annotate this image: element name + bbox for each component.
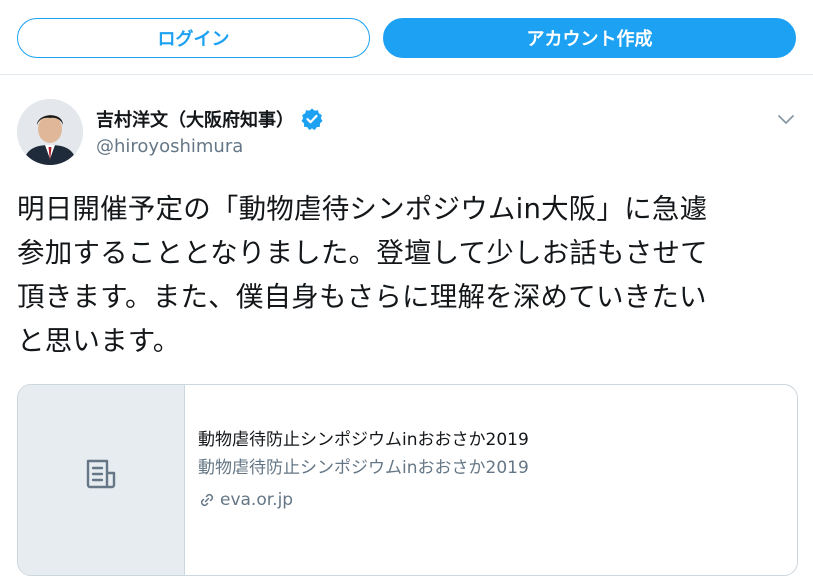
tweet-text-line: 頂きます。また、僕自身もさらに理解を深めていきたい (17, 281, 707, 313)
avatar-photo (17, 99, 83, 165)
author-row: 吉村洋文（大阪府知事） (96, 106, 324, 132)
card-thumbnail (18, 385, 185, 575)
card-url: eva.or.jp (198, 487, 778, 513)
card-description: 動物虐待防止シンポジウムinおおさか2019 (198, 458, 529, 478)
tweet-text-line: 参加することとなりました。登壇して少しお話もさせて (17, 237, 708, 269)
card-title: 動物虐待防止シンポジウムinおおさか2019 (198, 430, 529, 450)
tweet-text: 明日開催予定の「動物虐待シンポジウムin大阪」に急遽 参加することとなりました。… (17, 187, 807, 363)
avatar[interactable] (17, 99, 83, 165)
link-icon (200, 493, 214, 507)
signup-button[interactable]: アカウント作成 (383, 18, 796, 58)
link-card[interactable]: 動物虐待防止シンポジウムinおおさか2019 動物虐待防止シンポジウムinおおさ… (17, 384, 798, 576)
login-button[interactable]: ログイン (17, 18, 370, 58)
tweet-text-line: 明日開催予定の「動物虐待シンポジウムin大阪」に急遽 (17, 193, 708, 225)
top-bar: ログイン アカウント作成 (0, 0, 813, 75)
card-domain: eva.or.jp (220, 490, 294, 510)
card-body: 動物虐待防止シンポジウムinおおさか2019 動物虐待防止シンポジウムinおおさ… (198, 427, 778, 513)
tweet-text-line: と思います。 (17, 325, 181, 357)
document-icon (86, 459, 116, 489)
author-handle[interactable]: @hiroyoshimura (96, 136, 243, 157)
chevron-down-icon[interactable] (775, 108, 797, 130)
author-name[interactable]: 吉村洋文（大阪府知事） (96, 106, 294, 132)
verified-badge-icon (300, 107, 324, 131)
